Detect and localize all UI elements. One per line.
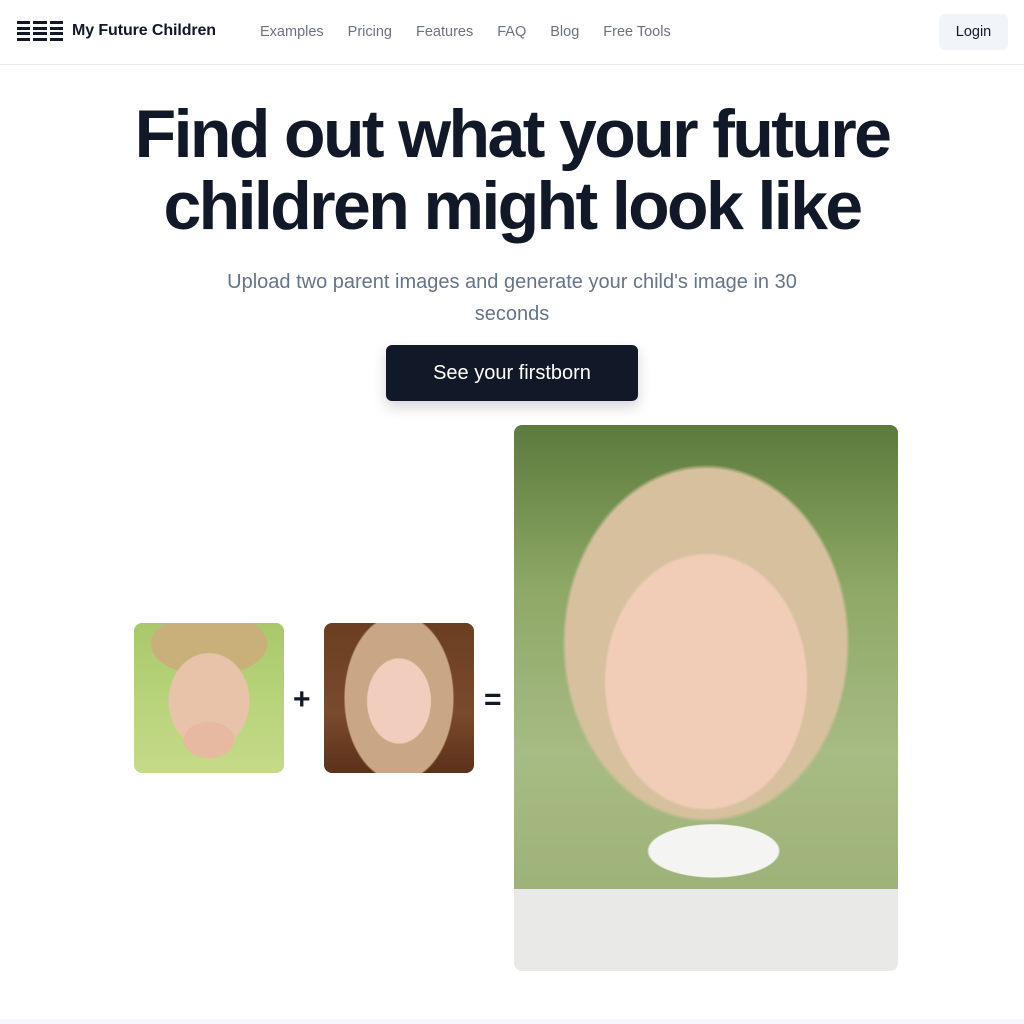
see-firstborn-button[interactable]: See your firstborn	[386, 345, 638, 401]
next-section-band	[0, 1019, 1024, 1024]
nav-link-examples[interactable]: Examples	[260, 23, 324, 41]
nav-link-features[interactable]: Features	[416, 23, 473, 41]
nav-link-blog[interactable]: Blog	[550, 23, 579, 41]
plus-icon: +	[293, 683, 311, 716]
login-button[interactable]: Login	[939, 14, 1008, 50]
nav-links: Examples Pricing Features FAQ Blog Free …	[260, 23, 695, 41]
equals-icon: =	[484, 683, 502, 716]
headline-line-1: Find out what your future	[134, 96, 892, 172]
brand-name: My Future Children	[72, 22, 216, 39]
brand-logo-link[interactable]: My Future Children	[17, 21, 216, 41]
parent2-photo	[324, 623, 474, 773]
bars-grid-icon	[17, 21, 63, 41]
hero-subtitle: Upload two parent images and generate yo…	[227, 271, 797, 325]
hero-headline: Find out what your future children might…	[0, 98, 1024, 242]
nav-link-faq[interactable]: FAQ	[497, 23, 526, 41]
nav-link-free-tools[interactable]: Free Tools	[603, 23, 670, 41]
navbar: My Future Children Examples Pricing Feat…	[0, 0, 1024, 65]
child-photo	[514, 425, 898, 971]
headline-line-2: children might look like	[163, 168, 863, 244]
nav-link-pricing[interactable]: Pricing	[348, 23, 392, 41]
parent1-photo	[134, 623, 284, 773]
